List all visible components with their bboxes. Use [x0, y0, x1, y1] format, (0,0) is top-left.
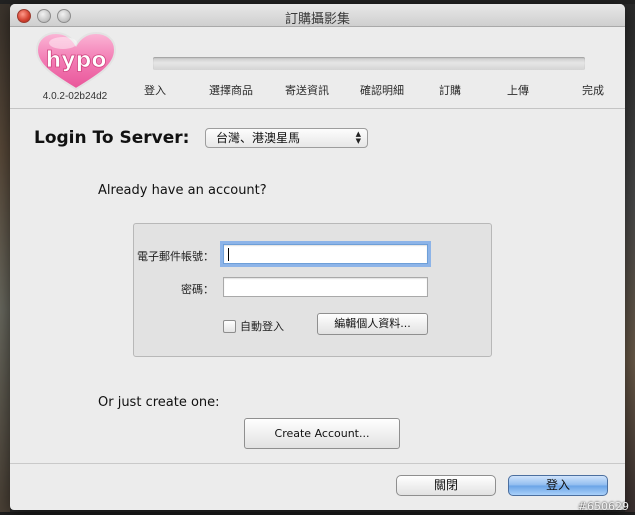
- footer-divider: [10, 463, 625, 464]
- server-select-value: 台灣、港澳星馬: [216, 131, 301, 145]
- order-window: 訂購攝影集 hypo 4.0.2-02b24d2 登入 選擇商品 寄送資訊 確認…: [10, 4, 625, 510]
- password-field[interactable]: [223, 277, 428, 297]
- wizard-progress-bar: [153, 57, 585, 70]
- password-label: 密碼：: [181, 283, 214, 296]
- hypo-logo-text: hypo: [46, 48, 107, 73]
- edit-profile-button[interactable]: 編輯個人資料...: [317, 313, 428, 335]
- step-shipping-info: 寄送資訊: [285, 84, 329, 97]
- title-bar: 訂購攝影集: [10, 4, 625, 27]
- step-select-products: 選擇商品: [209, 84, 253, 97]
- window-title: 訂購攝影集: [284, 12, 350, 27]
- auto-login-checkbox[interactable]: [223, 320, 236, 333]
- desktop-background-right: [625, 0, 635, 515]
- desktop-background-left: [0, 0, 10, 515]
- already-have-account-text: Already have an account?: [98, 183, 267, 198]
- step-order: 訂購: [439, 84, 461, 97]
- wizard-steps: 登入 選擇商品 寄送資訊 確認明細 訂購 上傳 完成: [130, 82, 610, 98]
- text-caret: [228, 248, 229, 261]
- server-select[interactable]: 台灣、港澳星馬 ▲ ▼: [205, 128, 368, 148]
- step-complete: 完成: [582, 84, 604, 97]
- login-button[interactable]: 登入: [508, 475, 608, 496]
- close-button[interactable]: 關閉: [396, 475, 496, 496]
- email-label: 電子郵件帳號：: [137, 250, 214, 263]
- login-content: Login To Server: 台灣、港澳星馬 ▲ ▼ Already have…: [10, 109, 625, 510]
- wizard-header: hypo 4.0.2-02b24d2 登入 選擇商品 寄送資訊 確認明細 訂購 …: [10, 27, 625, 109]
- auto-login-label[interactable]: 自動登入: [240, 318, 284, 334]
- or-create-text: Or just create one:: [98, 395, 220, 410]
- create-account-button[interactable]: Create Account...: [244, 418, 400, 449]
- hypo-logo: hypo: [35, 31, 117, 91]
- select-arrows-icon: ▲ ▼: [355, 130, 361, 145]
- login-form-box: 電子郵件帳號： 密碼： 自動登入 編輯個人資料...: [133, 223, 492, 357]
- login-title: Login To Server:: [34, 128, 190, 148]
- step-confirm-details: 確認明細: [360, 84, 404, 97]
- step-login: 登入: [144, 84, 166, 97]
- email-field[interactable]: [223, 244, 428, 264]
- watermark-text: #650629: [577, 500, 629, 513]
- step-upload: 上傳: [507, 84, 529, 97]
- version-label: 4.0.2-02b24d2: [42, 91, 108, 102]
